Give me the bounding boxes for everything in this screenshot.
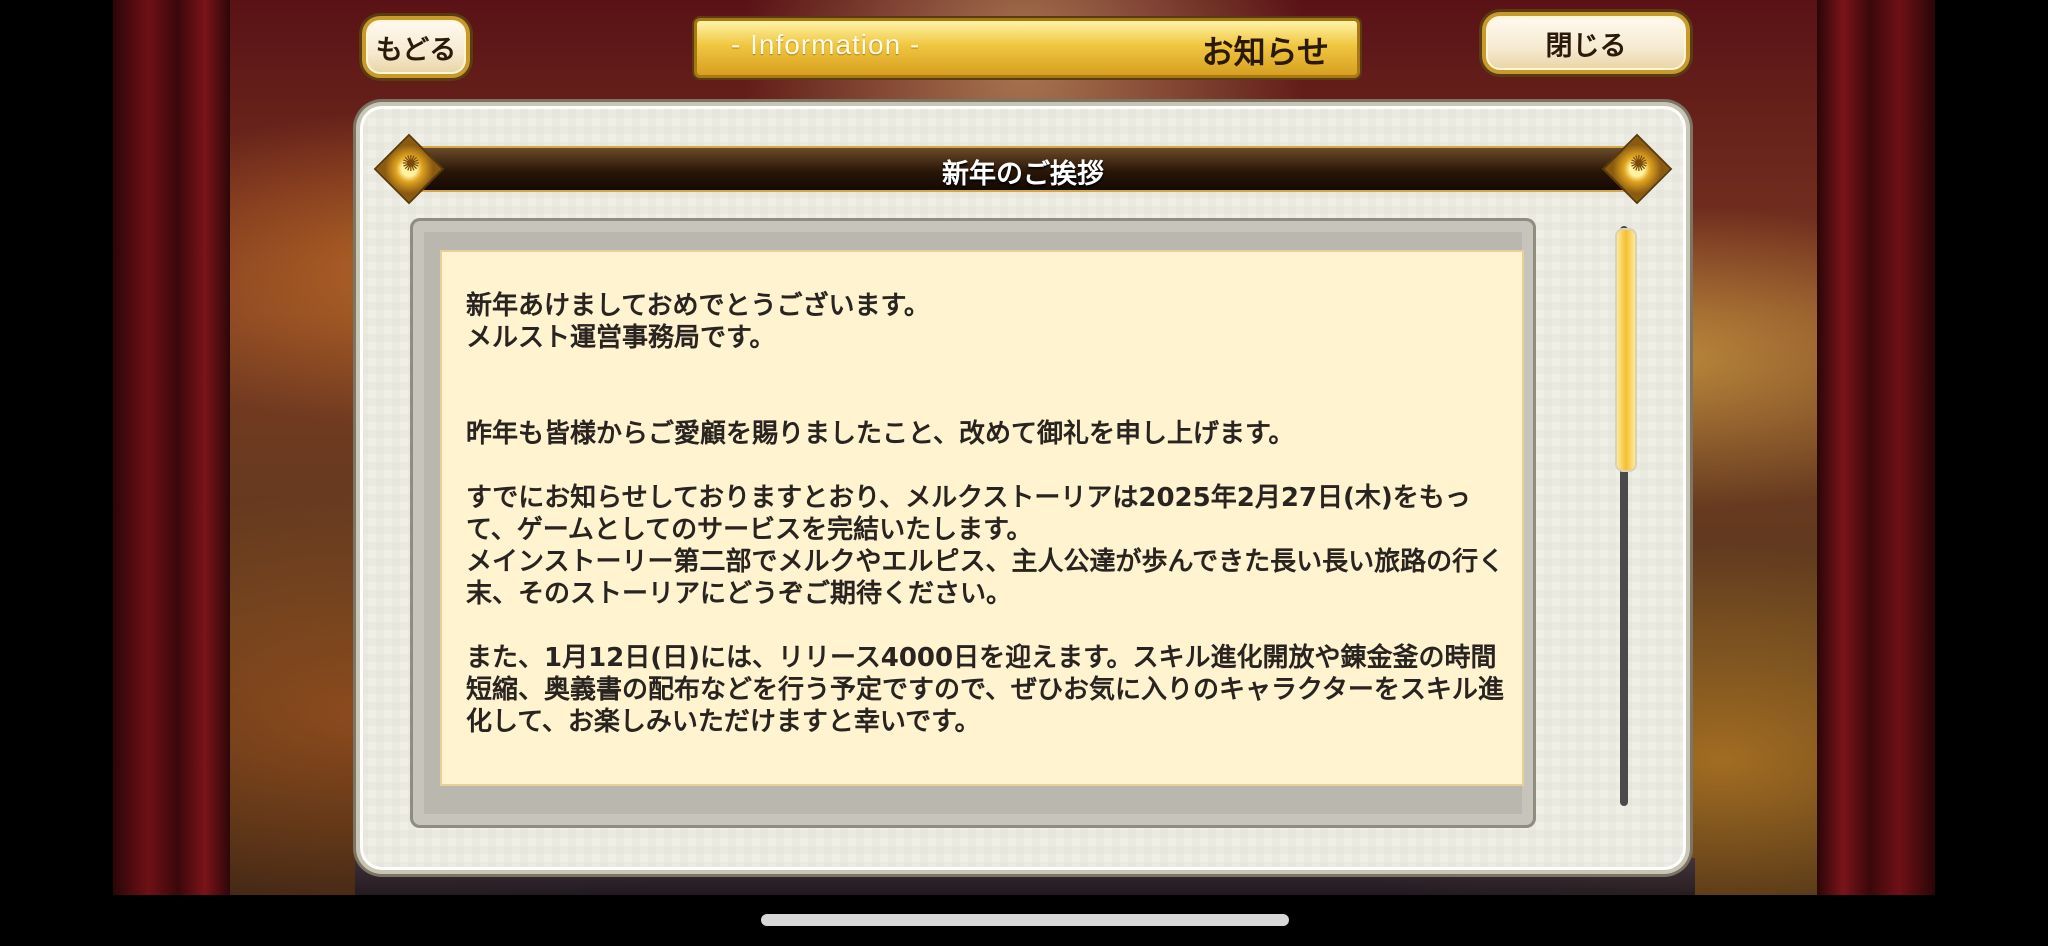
notice-body: 新年あけましておめでとうございます。 メルスト運営事務局です。 昨年も皆様からご… [466,291,1505,737]
close-button[interactable]: 閉じる [1482,12,1690,74]
scrollbar-thumb[interactable] [1615,228,1637,472]
information-banner: - Information - お知らせ [694,18,1360,78]
notice-title: 新年のご挨拶 [942,159,1104,190]
ornament-right-icon: ✺ [1601,133,1673,205]
home-indicator[interactable] [761,914,1289,926]
game-screen: もどる - Information - お知らせ 閉じる ✺ 新年のご挨拶 ✺ … [0,0,2048,895]
notice-title-bar: ✺ 新年のご挨拶 ✺ [373,133,1673,205]
back-button[interactable]: もどる [362,16,470,78]
notice-panel: ✺ 新年のご挨拶 ✺ 新年あけましておめでとうございます。 メルスト運営事務局で… [360,106,1686,870]
notice-header-label: お知らせ [1201,33,1329,71]
information-label: - Information - [731,29,921,60]
notice-content-frame[interactable]: 新年あけましておめでとうございます。 メルスト運営事務局です。 昨年も皆様からご… [410,218,1536,828]
notice-paper: 新年あけましておめでとうございます。 メルスト運営事務局です。 昨年も皆様からご… [440,250,1524,786]
right-curtain [1817,0,1935,895]
left-curtain [113,0,231,895]
